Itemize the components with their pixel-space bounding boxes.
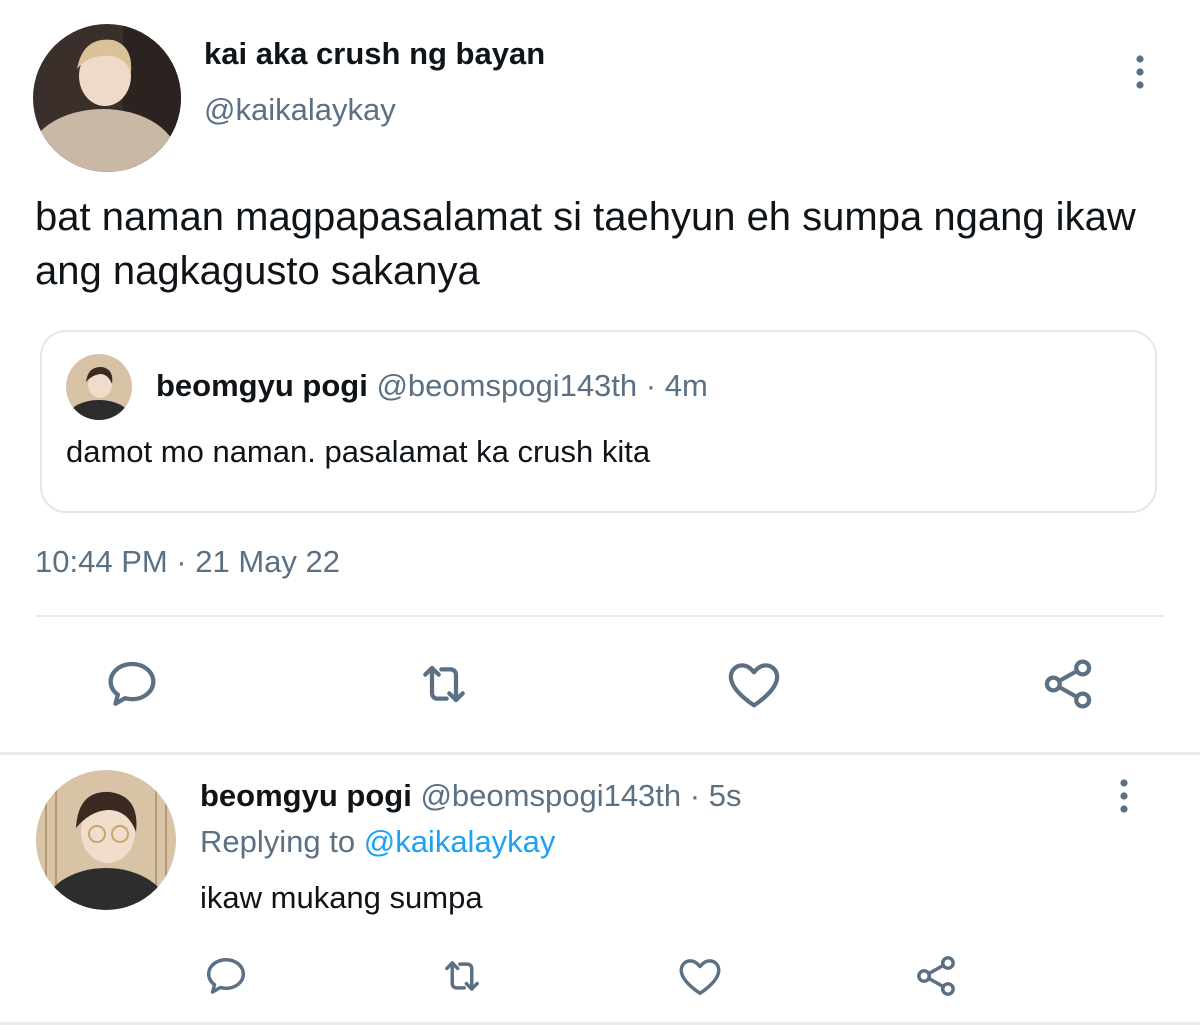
- quoted-author-name[interactable]: beomgyu pogi: [156, 368, 368, 403]
- reply-text: ikaw mukang sumpa: [200, 880, 483, 915]
- author-name[interactable]: kai aka crush ng bayan: [204, 36, 545, 72]
- replying-to: Replying to @kaikalaykay: [200, 824, 555, 860]
- retweet-icon[interactable]: [412, 652, 476, 716]
- more-vertical-icon[interactable]: [1112, 776, 1136, 816]
- reply-header: beomgyu pogi @beomspogi143th · 5s: [200, 778, 741, 814]
- quoted-author-avatar: [66, 354, 132, 420]
- like-icon[interactable]: [722, 652, 786, 716]
- more-vertical-icon[interactable]: [1128, 52, 1152, 92]
- author-handle[interactable]: @kaikalaykay: [204, 92, 396, 128]
- reply-author-name[interactable]: beomgyu pogi: [200, 778, 412, 813]
- tweet-timestamp[interactable]: 10:44 PM · 21 May 22: [35, 544, 340, 580]
- quoted-tweet-time: · 4m: [637, 368, 708, 403]
- replying-to-mention[interactable]: @kaikalaykay: [364, 824, 556, 859]
- reply-icon[interactable]: [200, 950, 252, 1002]
- share-icon[interactable]: [910, 950, 962, 1002]
- replying-to-label: Replying to: [200, 824, 364, 859]
- reply-icon[interactable]: [100, 652, 164, 716]
- tweet-text: bat naman magpapasalamat si taehyun eh s…: [35, 195, 1136, 293]
- share-icon[interactable]: [1036, 652, 1100, 716]
- retweet-icon[interactable]: [436, 950, 488, 1002]
- reply-author-avatar[interactable]: [36, 770, 176, 910]
- quoted-tweet-card[interactable]: [40, 330, 1157, 513]
- like-icon[interactable]: [674, 950, 726, 1002]
- author-avatar[interactable]: [33, 24, 181, 172]
- quoted-tweet-header: beomgyu pogi @beomspogi143th · 4m: [156, 368, 708, 404]
- quoted-tweet-text: damot mo naman. pasalamat ka crush kita: [66, 434, 651, 469]
- quoted-author-handle[interactable]: @beomspogi143th: [376, 368, 637, 403]
- divider: [35, 615, 1165, 617]
- divider: [0, 752, 1200, 755]
- reply-time: · 5s: [681, 778, 742, 813]
- reply-author-handle[interactable]: @beomspogi143th: [420, 778, 681, 813]
